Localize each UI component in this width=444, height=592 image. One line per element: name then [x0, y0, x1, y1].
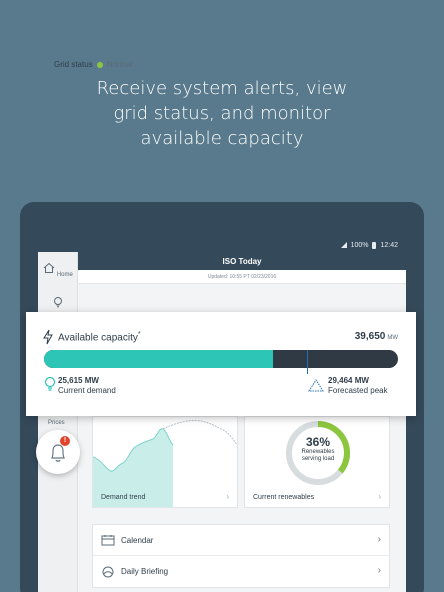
available-capacity-card[interactable]: Available capacity* 39,650 MW 25,615 MW C… [26, 312, 416, 416]
forecast-peak-icon [308, 379, 324, 392]
current-demand-label: Current demand [58, 386, 116, 395]
list-item-daily-briefing[interactable]: Daily Briefing › [93, 556, 389, 587]
capacity-unit: MW [387, 335, 398, 341]
clock: 12:42 [380, 241, 398, 249]
lightning-icon [43, 329, 53, 345]
alerts-button[interactable]: ! [36, 430, 80, 474]
headline-line-1: Receive system alerts, view [96, 78, 348, 99]
grid-status-label: Grid status [54, 60, 93, 69]
headline-line-3: available capacity [140, 128, 304, 149]
chevron-right-icon: › [377, 534, 381, 545]
chevron-right-icon: › [226, 492, 229, 501]
home-icon [43, 262, 55, 273]
capacity-bar [44, 350, 398, 368]
headline-line-2: grid status, and monitor [113, 103, 331, 124]
current-demand-value: 25,615 MW [58, 376, 99, 385]
forecast-peak-label: Forecasted peak [328, 386, 388, 395]
renewables-readout: 36% Renewables serving load [294, 435, 342, 463]
renewables-sub-1: Renewables [301, 449, 335, 455]
system-status-bar: 100% 12:42 [38, 238, 406, 252]
renewables-percent: 36% [305, 435, 331, 449]
lightbulb-icon [44, 376, 56, 391]
lightbulb-icon [54, 297, 62, 308]
renewables-sub-2: serving load [301, 456, 335, 462]
chevron-right-icon: › [378, 492, 381, 501]
headline: Receive system alerts, view grid status,… [0, 76, 444, 151]
capacity-number: 39,650 [354, 331, 386, 342]
chevron-right-icon: › [377, 565, 381, 576]
bell-icon [51, 444, 65, 462]
list-item-calendar[interactable]: Calendar › [93, 525, 389, 556]
list-item-label: Calendar [121, 535, 154, 545]
alert-badge: ! [60, 436, 70, 446]
status-dot-icon [96, 61, 103, 68]
forecast-peak-marker [307, 350, 309, 374]
current-demand-fill [44, 350, 273, 368]
renewables-label: Current renewables [253, 494, 315, 501]
menu-list: Calendar › Daily Briefing › [92, 524, 390, 588]
capacity-title-text: Available capacity [58, 332, 138, 344]
sidebar-item-prices[interactable]: Prices [48, 420, 65, 426]
forecast-peak-value: 29,464 MW [328, 376, 369, 385]
sidebar-item-label: Home [56, 272, 73, 278]
app-bar: ISO Today [78, 252, 406, 270]
demand-trend-label: Demand trend [101, 494, 146, 501]
sidebar-item-tips[interactable] [38, 296, 78, 312]
capacity-asterisk: * [137, 331, 141, 338]
list-item-label: Daily Briefing [121, 567, 169, 576]
last-updated: Updated: 10:55 PT 02/23/2016 [78, 270, 406, 284]
demand-trend-tile[interactable]: Demand trend › [92, 416, 238, 508]
sidebar-item-home[interactable]: Home [38, 262, 78, 278]
battery-icon [372, 241, 377, 249]
capacity-value: 39,650 MW [355, 331, 398, 342]
app-title: ISO Today [222, 256, 262, 266]
grid-status: Grid status Normal [54, 60, 132, 69]
briefing-icon [102, 566, 114, 577]
current-renewables-tile[interactable]: 36% Renewables serving load Current rene… [244, 416, 390, 508]
capacity-title: Available capacity* [58, 331, 141, 343]
signal-icon [340, 242, 347, 248]
grid-status-value: Normal [106, 60, 133, 69]
calendar-icon [101, 535, 115, 546]
battery-level: 100% [350, 241, 369, 249]
